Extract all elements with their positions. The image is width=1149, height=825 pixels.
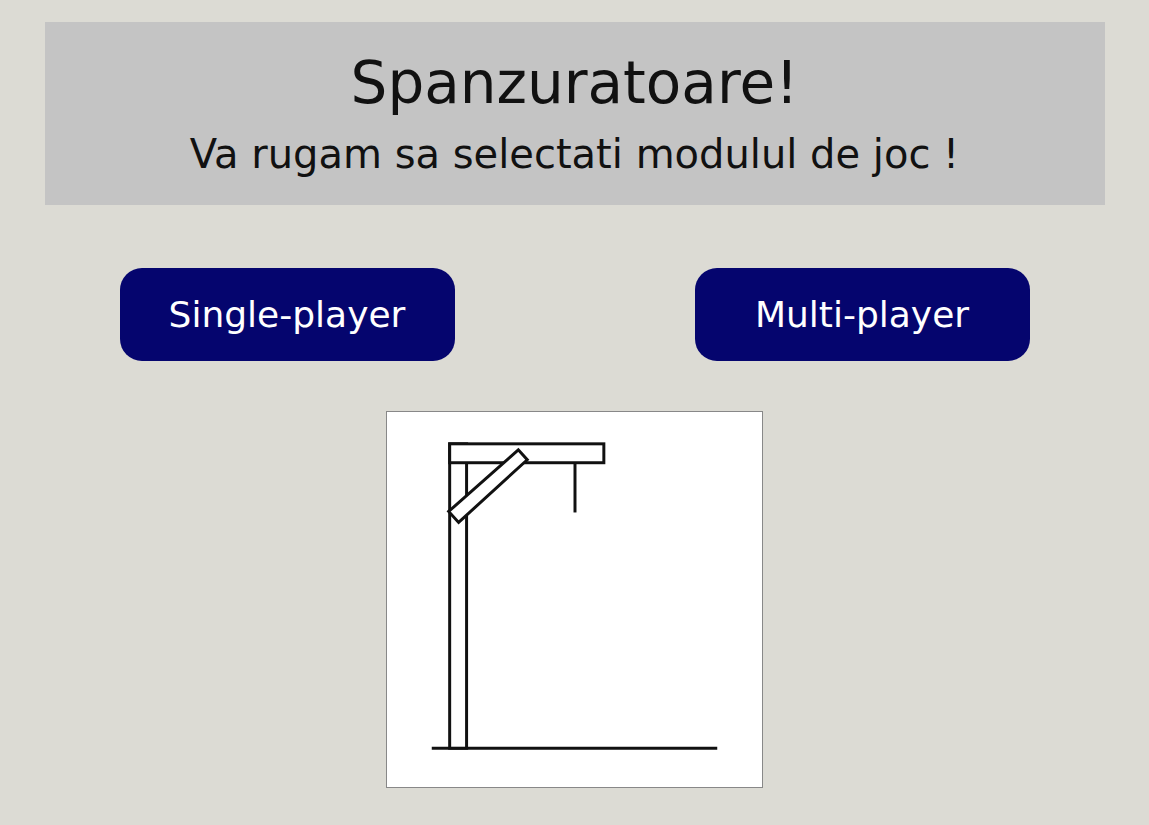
mode-button[interactable]: Multi-player [695, 268, 1030, 361]
start-screen: Spanzuratoare! Va rugam sa selectati modu… [0, 0, 1149, 825]
mode-buttons: Single-player Multi-player [120, 268, 1030, 361]
mode-button[interactable]: Single-player [120, 268, 455, 361]
mode-prompt: Va rugam sa selectati modulul de joc ! [190, 131, 959, 177]
gallows-icon [387, 412, 762, 787]
header-panel: Spanzuratoare! Va rugam sa selectati modu… [45, 22, 1105, 205]
hangman-board [386, 411, 763, 788]
game-title: Spanzuratoare! [351, 50, 799, 117]
